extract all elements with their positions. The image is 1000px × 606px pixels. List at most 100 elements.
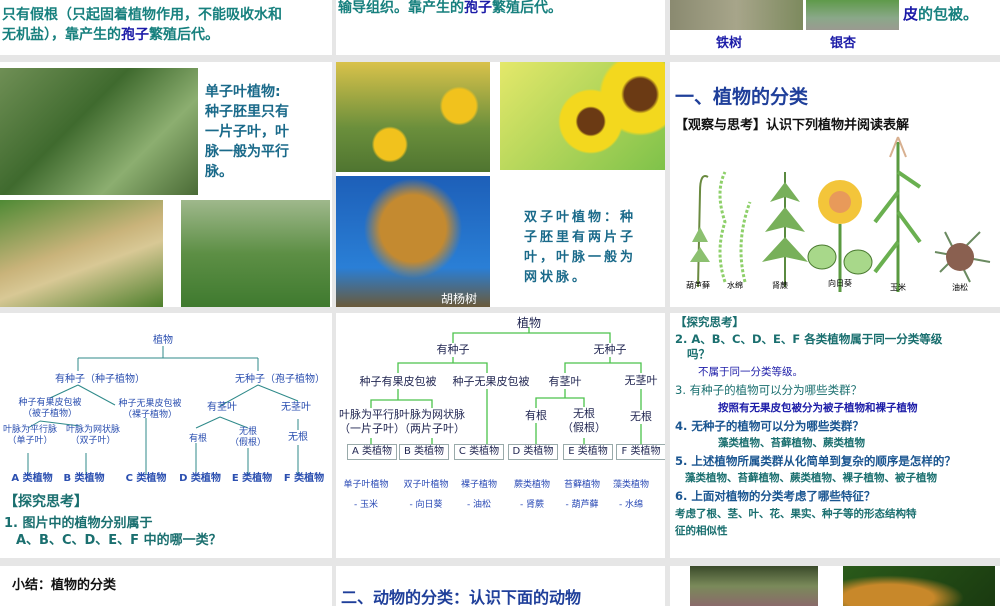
tree-node: 无种子	[593, 343, 627, 356]
text: 网状脉。	[524, 270, 589, 285]
populus-tree-photo	[336, 176, 490, 307]
section-heading: 【探究思考】	[4, 494, 88, 510]
example-label: - 葫芦藓	[565, 500, 599, 510]
slide-title: 二、动物的分类：认识下面的动物	[341, 588, 582, 606]
tree-node: 有种子（种子植物）	[55, 374, 145, 385]
photo-caption: 胡杨树	[441, 292, 478, 306]
text: 双子叶植物：种	[524, 210, 637, 225]
text: 的包被。	[918, 5, 979, 23]
example-label: - 油松	[466, 500, 492, 510]
text: 无机盐），靠产生的	[2, 27, 121, 43]
example-label: - 向日葵	[409, 500, 443, 510]
plant-label: 肾蕨	[772, 281, 788, 290]
slide-text: 皮的包被。	[903, 3, 978, 24]
answer: 按照有无果皮包被分为被子植物和裸子植物	[718, 402, 918, 414]
slide-thumbnail[interactable]: 铁树 银杏 皮的包被。	[670, 0, 1000, 55]
answer: 藻类植物、苔藓植物、蕨类植物	[718, 437, 865, 449]
sunflower-closeup-photo	[500, 62, 665, 170]
tree-node: 无种子（孢子植物）	[235, 374, 325, 385]
text: 输导组织。靠产生的	[338, 0, 464, 16]
wheat-photo	[181, 200, 330, 307]
class-label: B 类植物	[63, 473, 105, 484]
text: 叶脉为平行脉	[2, 425, 58, 435]
tree-node: 无根	[288, 432, 308, 443]
question: 6. 上面对植物的分类考虑了哪些特征？	[675, 489, 876, 503]
class-box: B 类植物	[399, 444, 449, 460]
slide-thumbnail[interactable]: 胡杨树 双子叶植物：种 子胚里有两片子 叶，叶脉一般为 网状脉。	[336, 62, 665, 307]
text: 叶，叶脉一般为	[524, 250, 637, 265]
tree-node: 植物	[516, 316, 542, 330]
text: 一片子叶，叶	[205, 124, 289, 140]
class-label: D 类植物	[179, 473, 221, 484]
tree-node: 叶脉为网状脉 （双子叶）	[66, 425, 120, 447]
ginkgo-photo	[806, 0, 899, 30]
text: （裸子植物）	[122, 410, 178, 420]
text: （一片子叶）	[339, 422, 405, 435]
text: 无根	[573, 407, 595, 420]
class-label: F 类植物	[283, 473, 325, 484]
text: （两片子叶）	[399, 422, 465, 435]
slide-subtitle: 【观察与思考】认识下列植物并阅读表解	[675, 118, 910, 133]
example-label: - 水绵	[618, 500, 644, 510]
plant-label: 玉米	[890, 283, 906, 292]
class-label: C 类植物	[125, 473, 167, 484]
slide-thumbnail[interactable]: 【探究思考】 2. A、B、C、D、E、F 各类植物属于同一分类等级 吗？ 不属…	[670, 313, 1000, 558]
answer: 考虑了根、茎、叶、花、果实、种子等的形态结构特	[675, 508, 917, 520]
corn-photo	[0, 68, 198, 195]
rice-photo	[0, 200, 163, 307]
plant-label: 油松	[952, 283, 968, 292]
slide-title: 一、植物的分类	[675, 86, 809, 108]
cycad-label: 铁树	[715, 36, 743, 51]
slide-thumbnail[interactable]: 输导组织。靠产生的孢子繁殖后代。	[336, 0, 665, 55]
text: （被子植物）	[22, 409, 78, 419]
text: 脉一般为平行	[205, 144, 289, 160]
animal-photo	[690, 566, 818, 606]
plant-label: 向日葵	[828, 279, 852, 288]
class-box: F 类植物	[616, 444, 665, 460]
slide-thumbnail[interactable]	[670, 566, 1000, 606]
text: 种子有果皮包被	[18, 398, 82, 408]
ginkgo-label: 银杏	[829, 36, 857, 51]
answer: 藻类植物、苔藓植物、蕨类植物、裸子植物、被子植物	[685, 472, 937, 484]
tree-node: 有茎叶	[548, 375, 582, 388]
tree-node: 有根	[525, 409, 547, 423]
tree-node: 无茎叶	[624, 374, 658, 387]
section-heading: 【探究思考】	[675, 315, 744, 329]
plant-illustrations	[690, 136, 991, 292]
class-label: E 类植物	[231, 473, 273, 484]
slide-thumbnail[interactable]: 植物 有种子（种子植物） 无种子（孢子植物） 种子有果皮包被 （被子植物） 种子无…	[0, 313, 332, 558]
text: （假根）	[562, 421, 606, 434]
question: 4. 无种子的植物可以分为哪些类群？	[675, 419, 864, 433]
text: 叶脉为平行脉	[339, 408, 405, 421]
slide-thumbnail[interactable]: 一、植物的分类 【观察与思考】认识下列植物并阅读表解 葫芦藓 水绵 肾蕨 向日葵…	[670, 62, 1000, 307]
text: 种子无果皮包被	[118, 399, 182, 409]
text: 叶脉为网状脉	[65, 425, 121, 435]
cycad-photo	[670, 0, 803, 30]
group-label: 裸子植物	[460, 480, 498, 490]
text: 皮	[903, 5, 919, 23]
question: A、B、C、D、E、F 中的哪一类？	[16, 533, 222, 548]
text: 子胚里有两片子	[524, 230, 637, 245]
answer: 不属于同一分类等级。	[698, 366, 803, 378]
example-label: - 肾蕨	[519, 500, 545, 510]
slide-thumbnail[interactable]: 二、动物的分类：认识下面的动物	[336, 566, 665, 606]
text: 孢子	[121, 27, 149, 43]
slide-thumbnail[interactable]: 小结：植物的分类	[0, 566, 332, 606]
tree-node: 叶脉为平行脉 （单子叶）	[3, 425, 57, 447]
class-box: D 类植物	[508, 444, 558, 460]
slide-thumbnail[interactable]: 单子叶植物: 种子胚里只有 一片子叶，叶 脉一般为平行 脉。	[0, 62, 332, 307]
slide-thumbnail[interactable]: 植物 有种子 无种子 种子有果皮包被 种子无果皮包被 有茎叶 无茎叶 叶脉为平行…	[336, 313, 665, 558]
text: （双子叶）	[70, 436, 116, 446]
question: 吗？	[687, 347, 710, 361]
group-label: 双子叶植物	[403, 480, 449, 490]
tree-node: 有种子	[436, 343, 470, 356]
plant-label: 水绵	[727, 281, 743, 290]
text: （单子叶）	[7, 436, 53, 446]
slide-thumbnail[interactable]: 只有假根（只起固着植物作用，不能吸收水和 无机盐），靠产生的孢子繁殖后代。	[0, 0, 332, 55]
class-box: A 类植物	[347, 444, 397, 460]
tree-node: 叶脉为网状脉 （两片子叶）	[399, 408, 465, 436]
text: 繁殖后代。	[149, 27, 219, 43]
tree-node: 种子无果皮包被	[452, 375, 530, 388]
text: 种子胚里只有	[205, 104, 289, 120]
text: 繁殖后代。	[492, 0, 562, 16]
